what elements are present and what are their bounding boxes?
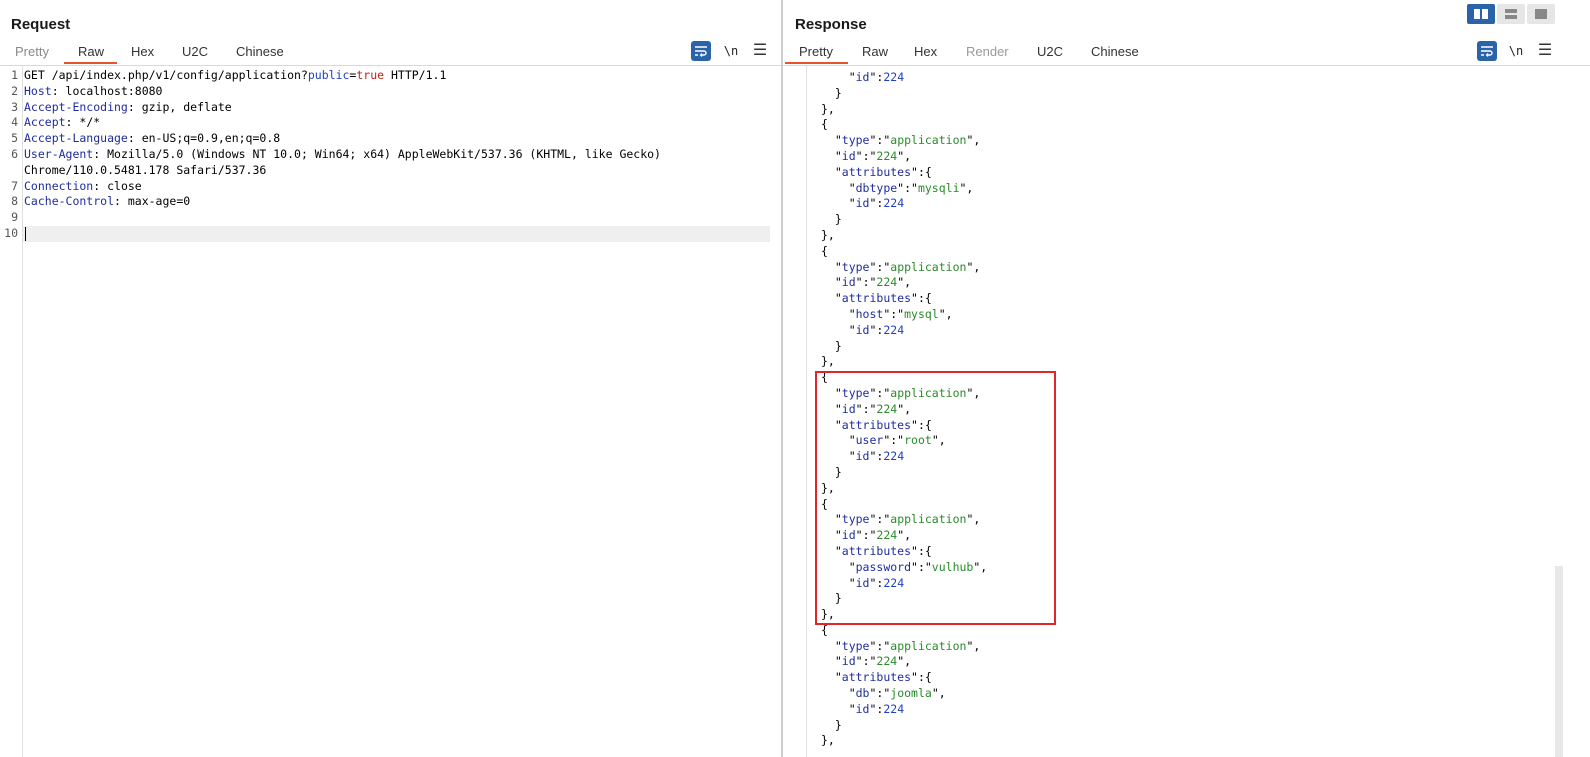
- line-number: 9: [11, 210, 18, 224]
- tab-u2c[interactable]: U2C: [1037, 44, 1063, 59]
- response-panel: Response Pretty Raw Hex Render U2C Chine…: [783, 0, 1590, 757]
- tab-pretty[interactable]: Pretty: [799, 44, 833, 59]
- split-vertical-button[interactable]: [1497, 4, 1525, 24]
- tab-u2c[interactable]: U2C: [182, 44, 208, 59]
- line-number: 8: [11, 194, 18, 208]
- tab-pretty[interactable]: Pretty: [15, 44, 49, 59]
- active-tab-indicator: [64, 62, 117, 64]
- single-pane-icon: [1535, 9, 1547, 19]
- current-line-highlight: [23, 226, 770, 242]
- active-tab-indicator: [785, 62, 848, 64]
- tab-render: Render: [966, 44, 1009, 59]
- newline-toggle-button[interactable]: \n: [721, 41, 741, 61]
- header-line: Accept: */*: [24, 115, 101, 130]
- menu-icon[interactable]: ☰: [1535, 41, 1555, 61]
- split-horizontal-icon: [1474, 9, 1488, 19]
- single-pane-button[interactable]: [1527, 4, 1555, 24]
- response-title: Response: [795, 16, 867, 33]
- response-tabs: Pretty Raw Hex Render U2C Chinese: [783, 40, 1590, 65]
- request-editor[interactable]: GET /api/index.php/v1/config/application…: [24, 68, 661, 210]
- wrap-lines-icon: [695, 46, 707, 57]
- header-line: Cache-Control: max-age=0: [24, 194, 191, 209]
- split-horizontal-button[interactable]: [1467, 4, 1495, 24]
- line-number-gutter: [0, 66, 23, 757]
- header-line: Host: localhost:8080: [24, 83, 163, 98]
- wrap-lines-icon: [1481, 46, 1493, 57]
- tab-raw[interactable]: Raw: [862, 44, 888, 59]
- request-title: Request: [11, 16, 71, 33]
- menu-icon[interactable]: ☰: [750, 41, 770, 61]
- header-line: Connection: close: [24, 178, 142, 193]
- request-panel: Request Pretty Raw Hex U2C Chinese \n ☰ …: [0, 0, 781, 757]
- line-number: 5: [11, 131, 18, 145]
- request-tabs: Pretty Raw Hex U2C Chinese: [0, 40, 781, 65]
- layout-view-buttons: [1467, 4, 1584, 24]
- line-number: 4: [11, 115, 18, 129]
- line-number: 10: [4, 226, 18, 240]
- header-line: Accept-Language: en-US;q=0.9,en;q=0.8: [24, 131, 281, 146]
- highlight-annotation-box: [815, 371, 1056, 625]
- line-number: 2: [11, 84, 18, 98]
- split-vertical-icon: [1505, 9, 1517, 19]
- tabs-divider: [783, 65, 1590, 66]
- tab-hex[interactable]: Hex: [131, 44, 154, 59]
- tab-chinese[interactable]: Chinese: [236, 44, 284, 59]
- tab-chinese[interactable]: Chinese: [1091, 44, 1139, 59]
- vertical-scrollbar[interactable]: [1555, 566, 1563, 757]
- request-line: GET /api/index.php/v1/config/application…: [24, 68, 447, 82]
- line-number: 6: [11, 147, 18, 161]
- header-line: Accept-Encoding: gzip, deflate: [24, 99, 232, 114]
- line-number-gutter: [806, 66, 807, 757]
- header-line: User-Agent: Mozilla/5.0 (Windows NT 10.0…: [24, 146, 661, 161]
- line-number: 1: [11, 68, 18, 82]
- wrap-lines-button[interactable]: [1477, 41, 1497, 61]
- wrap-lines-button[interactable]: [691, 41, 711, 61]
- header-line-continuation: Chrome/110.0.5481.178 Safari/537.36: [24, 162, 267, 177]
- text-cursor: [25, 227, 26, 241]
- tab-hex[interactable]: Hex: [914, 44, 937, 59]
- json-line: "id":224: [821, 70, 905, 84]
- newline-toggle-button[interactable]: \n: [1506, 41, 1526, 61]
- line-number: 7: [11, 179, 18, 193]
- line-number: 3: [11, 100, 18, 114]
- tabs-divider: [0, 65, 781, 66]
- tab-raw[interactable]: Raw: [78, 44, 104, 59]
